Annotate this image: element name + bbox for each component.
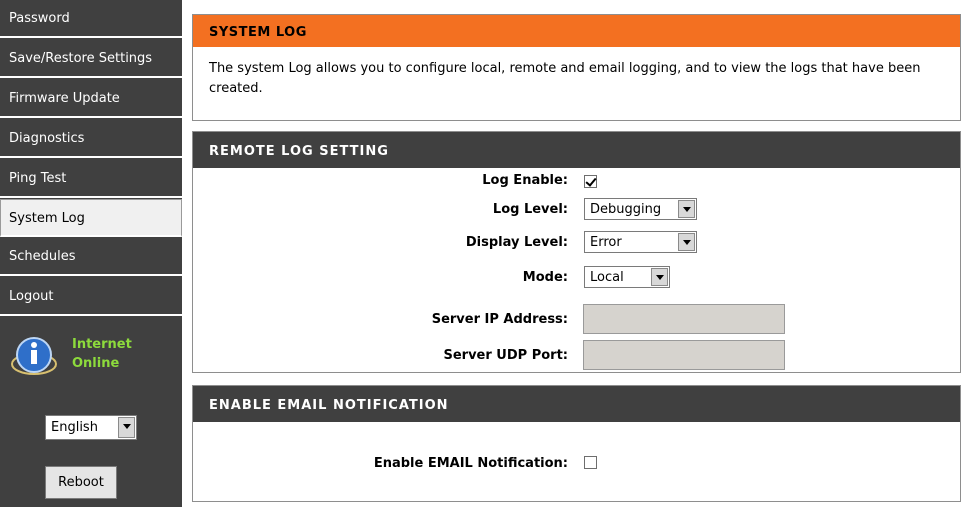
log-level-select[interactable]: Debugging: [584, 198, 697, 220]
reboot-button[interactable]: Reboot: [45, 466, 117, 499]
status-line-online: Online: [72, 356, 120, 371]
display-level-select[interactable]: Error: [584, 231, 697, 253]
mode-select[interactable]: Local: [584, 266, 670, 288]
sidebar-item-system-log[interactable]: System Log: [0, 199, 182, 237]
sidebar-item-logout[interactable]: Logout: [0, 278, 182, 316]
chevron-down-icon: [678, 233, 695, 251]
info-icon: [11, 337, 57, 375]
server-ip-input[interactable]: [583, 304, 785, 334]
display-level-value: Error: [590, 235, 622, 250]
server-port-row: Server UDP Port:: [193, 340, 960, 372]
sidebar-item-schedules[interactable]: Schedules: [0, 238, 182, 276]
sidebar-item-diagnostics[interactable]: Diagnostics: [0, 120, 182, 158]
log-enable-label: Log Enable:: [482, 173, 568, 188]
email-enable-checkbox[interactable]: [584, 456, 597, 469]
status-line-internet: Internet: [72, 337, 132, 352]
sidebar-item-firmware-update[interactable]: Firmware Update: [0, 80, 182, 118]
chevron-down-icon: [651, 268, 668, 286]
log-level-value: Debugging: [590, 202, 662, 217]
log-level-label: Log Level:: [492, 202, 568, 217]
language-select-value: English: [51, 420, 98, 435]
mode-row: Mode: Local: [193, 266, 960, 290]
server-ip-row: Server IP Address:: [193, 304, 960, 336]
email-notification-panel: ENABLE EMAIL NOTIFICATION Enable EMAIL N…: [192, 385, 961, 502]
log-enable-row: Log Enable:: [193, 169, 960, 193]
log-level-row: Log Level: Debugging: [193, 198, 960, 222]
mode-label: Mode:: [522, 270, 568, 285]
sidebar-item-ping-test[interactable]: Ping Test: [0, 160, 182, 198]
chevron-down-icon: [678, 200, 695, 218]
chevron-down-icon: [118, 417, 135, 438]
display-level-row: Display Level: Error: [193, 231, 960, 255]
sidebar-item-save-restore-settings[interactable]: Save/Restore Settings: [0, 40, 182, 78]
system-log-panel: SYSTEM LOG The system Log allows you to …: [192, 14, 961, 121]
language-select[interactable]: English: [45, 415, 137, 440]
display-level-label: Display Level:: [465, 235, 568, 250]
log-enable-checkbox[interactable]: [584, 175, 597, 188]
server-ip-label: Server IP Address:: [431, 312, 568, 327]
remote-log-title: REMOTE LOG SETTING: [193, 132, 960, 168]
internet-status: Internet Online: [10, 330, 175, 378]
system-log-title: SYSTEM LOG: [193, 15, 960, 47]
system-log-description: The system Log allows you to configure l…: [209, 61, 921, 96]
remote-log-panel: REMOTE LOG SETTING Log Enable: Log Level…: [192, 131, 961, 373]
server-port-input[interactable]: [583, 340, 785, 370]
mode-value: Local: [590, 270, 624, 285]
server-port-label: Server UDP Port:: [443, 348, 568, 363]
sidebar-item-password[interactable]: Password: [0, 0, 182, 38]
email-notification-title: ENABLE EMAIL NOTIFICATION: [193, 386, 960, 422]
email-enable-label: Enable EMAIL Notification:: [373, 456, 568, 471]
sidebar: Password Save/Restore Settings Firmware …: [0, 0, 182, 507]
email-enable-row: Enable EMAIL Notification:: [193, 452, 960, 476]
